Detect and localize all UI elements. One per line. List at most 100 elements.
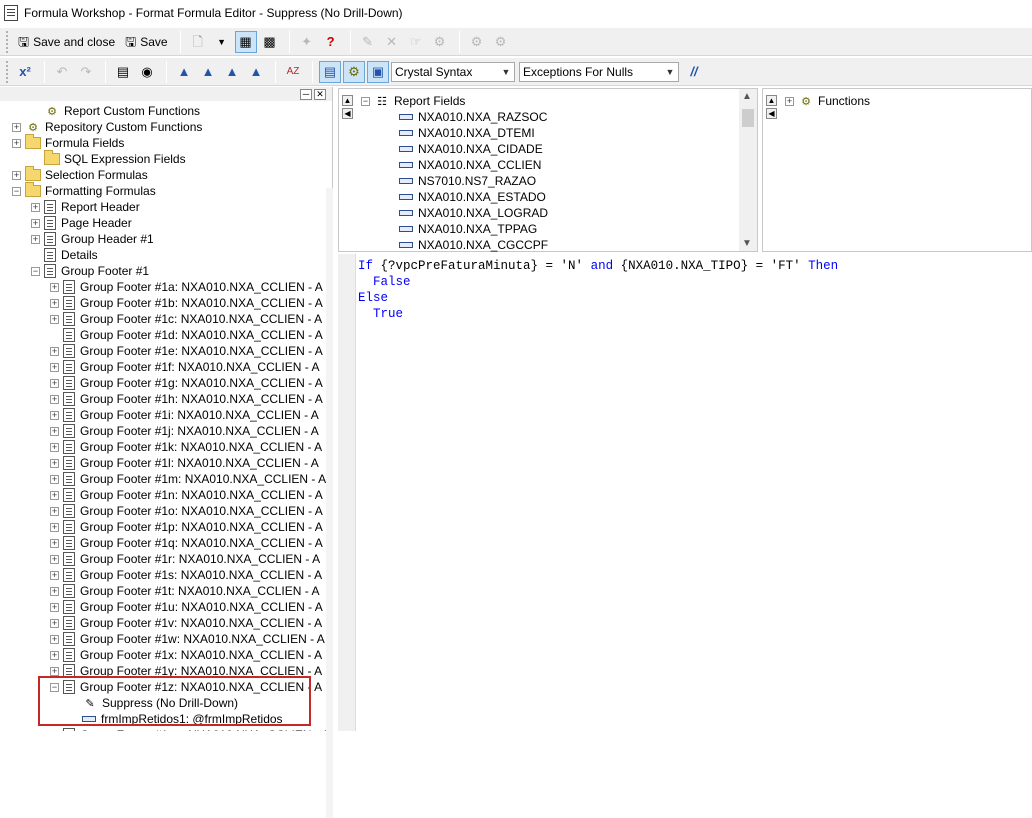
tree-item[interactable]: − Group Footer #1 [31,263,149,279]
chevron-up-icon[interactable]: ▲ [342,95,353,106]
expand-icon[interactable]: + [50,378,59,388]
tree-item[interactable]: − Formatting Formulas [12,182,156,199]
toggle-field-tree-button[interactable]: ▤ [319,60,341,83]
tree-item[interactable]: ⚙ Report Custom Functions [31,103,200,119]
tree-item[interactable]: + Group Footer #1t: NXA010.NXA_CCLIEN - A [50,583,319,599]
expand-icon[interactable]: + [12,138,21,148]
toggle-function-tree-button[interactable]: ⚙ [343,60,365,83]
tree-item[interactable]: + Group Footer #1l: NXA010.NXA_CCLIEN - A [50,455,319,471]
delete-button[interactable]: ✕ [381,31,403,53]
next-bookmark-button[interactable]: ▲ [197,61,219,83]
add-to-repository-button[interactable]: ⚙ [466,31,488,53]
expand-icon[interactable]: + [50,362,59,372]
tree-item[interactable]: Details [31,247,98,263]
expand-icon[interactable]: + [50,394,59,404]
chevron-up-icon[interactable]: ▲ [766,95,777,106]
chevron-down-icon[interactable]: ▼ [742,238,752,249]
field-item[interactable]: NXA010.NXA_CIDADE [399,141,543,157]
new-button[interactable]: 🗋 [187,31,209,53]
expand-icon[interactable]: + [31,234,40,244]
expand-icon[interactable]: + [31,202,40,212]
field-tree-root[interactable]: − ☷ Report Fields [361,93,465,109]
tree-item[interactable]: + Group Footer #1n: NXA010.NXA_CCLIEN - A [50,487,323,503]
expand-icon[interactable]: + [50,506,59,516]
field-item[interactable]: NXA010.NXA_RAZSOC [399,109,547,125]
tree-item[interactable]: + Group Footer #1q: NXA010.NXA_CCLIEN - A [50,535,323,551]
expand-icon[interactable]: + [50,618,59,628]
formula-code[interactable]: If {?vpcPreFaturaMinuta} = 'N' and {NXA0… [358,258,838,322]
new-dropdown-button[interactable]: ▼ [211,31,233,53]
tree-item[interactable]: + Group Footer #1c: NXA010.NXA_CCLIEN - A [50,311,322,327]
field-item[interactable]: NXA010.NXA_DTEMI [399,125,535,141]
save-and-close-button[interactable]: 🖫 Save and close [14,31,119,53]
expand-icon[interactable]: + [50,458,59,468]
field-item[interactable]: NXA010.NXA_LOGRAD [399,205,548,221]
expand-icon[interactable]: + [50,554,59,564]
tree-item[interactable]: +Group Footer #1aa: NXA010.NXA_CCLIEN - … [50,727,329,731]
tree-item[interactable]: + Report Header [31,199,140,215]
expand-icon[interactable]: + [50,442,59,452]
expand-icon[interactable]: + [50,298,59,308]
tree-item[interactable]: + Group Footer #1e: NXA010.NXA_CCLIEN - A [50,343,323,359]
tree-item[interactable]: + Group Footer #1b: NXA010.NXA_CCLIEN - A [50,295,323,311]
expand-icon[interactable]: + [50,586,59,596]
toggle-tree-button[interactable]: ▦ [234,30,257,53]
rename-button[interactable]: ✎ [357,31,379,53]
pin-icon[interactable]: ─ [300,88,312,100]
expand-icon[interactable]: + [50,426,59,436]
field-item[interactable]: NXA010.NXA_CCLIEN [399,157,541,173]
help-button[interactable]: ? [320,31,342,53]
tree-item[interactable]: + Page Header [31,215,132,231]
field-scrollbar[interactable]: ▲ ▼ [739,89,757,251]
expand-icon[interactable]: + [50,634,59,644]
tree-item[interactable]: + Group Footer #1r: NXA010.NXA_CCLIEN - A [50,551,320,567]
expand-icon[interactable]: + [785,96,794,106]
chevron-left-icon[interactable]: ◀ [342,108,353,119]
tree-item[interactable]: + Group Footer #1v: NXA010.NXA_CCLIEN - A [50,615,322,631]
previous-bookmark-button[interactable]: ▲ [221,61,243,83]
tree-item[interactable]: + Group Footer #1x: NXA010.NXA_CCLIEN - A [50,647,322,663]
tree-item[interactable]: Group Footer #1d: NXA010.NXA_CCLIEN - A [50,327,323,343]
tree-item[interactable]: + Group Footer #1p: NXA010.NXA_CCLIEN - A [50,519,323,535]
expand-icon[interactable]: + [50,282,59,292]
expand-icon[interactable]: + [50,474,59,484]
formula-editor[interactable]: If {?vpcPreFaturaMinuta} = 'N' and {NXA0… [338,254,1032,731]
collapse-icon[interactable]: − [361,96,370,106]
tree-item[interactable]: + Group Footer #1o: NXA010.NXA_CCLIEN - A [50,503,323,519]
browse-data-button[interactable]: ▤ [112,61,134,83]
use-editor-button[interactable]: ☞ [405,31,427,53]
clear-bookmarks-button[interactable]: ▲ [245,61,267,83]
tree-scrollbar[interactable] [326,188,333,818]
toggle-operator-tree-button[interactable]: ▣ [367,60,389,83]
check-button[interactable]: x² [14,61,36,83]
tree-item[interactable]: + Formula Fields [12,134,124,151]
syntax-select[interactable]: Crystal Syntax ▼ [391,61,515,82]
chevron-up-icon[interactable]: ▲ [742,91,752,102]
save-button[interactable]: 🖫 Save [121,31,171,53]
field-item[interactable]: NS7010.NS7_RAZAO [399,173,536,189]
collapse-icon[interactable]: − [31,266,40,276]
use-expert-button[interactable]: ⚙ [429,31,451,53]
function-tree-root[interactable]: + ⚙ Functions [785,93,870,109]
tree-item[interactable]: + Group Footer #1w: NXA010.NXA_CCLIEN - A [50,631,325,647]
field-item[interactable]: NXA010.NXA_ESTADO [399,189,546,205]
close-icon[interactable]: ✕ [314,88,326,100]
tree-item[interactable]: + Group Footer #1k: NXA010.NXA_CCLIEN - A [50,439,322,455]
tree-item[interactable]: + Group Footer #1h: NXA010.NXA_CCLIEN - A [50,391,323,407]
chevron-left-icon[interactable]: ◀ [766,108,777,119]
expand-icon[interactable]: + [50,410,59,420]
find-replace-button[interactable]: ◉ [136,61,158,83]
tree-item[interactable]: + Group Header #1 [31,231,154,247]
expand-icon[interactable]: + [50,602,59,612]
expand-icon[interactable]: + [50,570,59,580]
tree-item[interactable]: SQL Expression Fields [31,150,186,167]
tree-item[interactable]: + Group Footer #1j: NXA010.NXA_CCLIEN - A [50,423,319,439]
expand-icon[interactable]: + [50,490,59,500]
expand-icon[interactable]: + [50,522,59,532]
tree-item[interactable]: + Group Footer #1u: NXA010.NXA_CCLIEN - A [50,599,323,615]
redo-button[interactable]: ↷ [75,61,97,83]
expand-icon[interactable]: + [12,170,21,180]
expand-icon[interactable]: + [50,314,59,324]
collapse-icon[interactable]: − [12,186,21,196]
properties-button[interactable]: ▩ [259,31,281,53]
